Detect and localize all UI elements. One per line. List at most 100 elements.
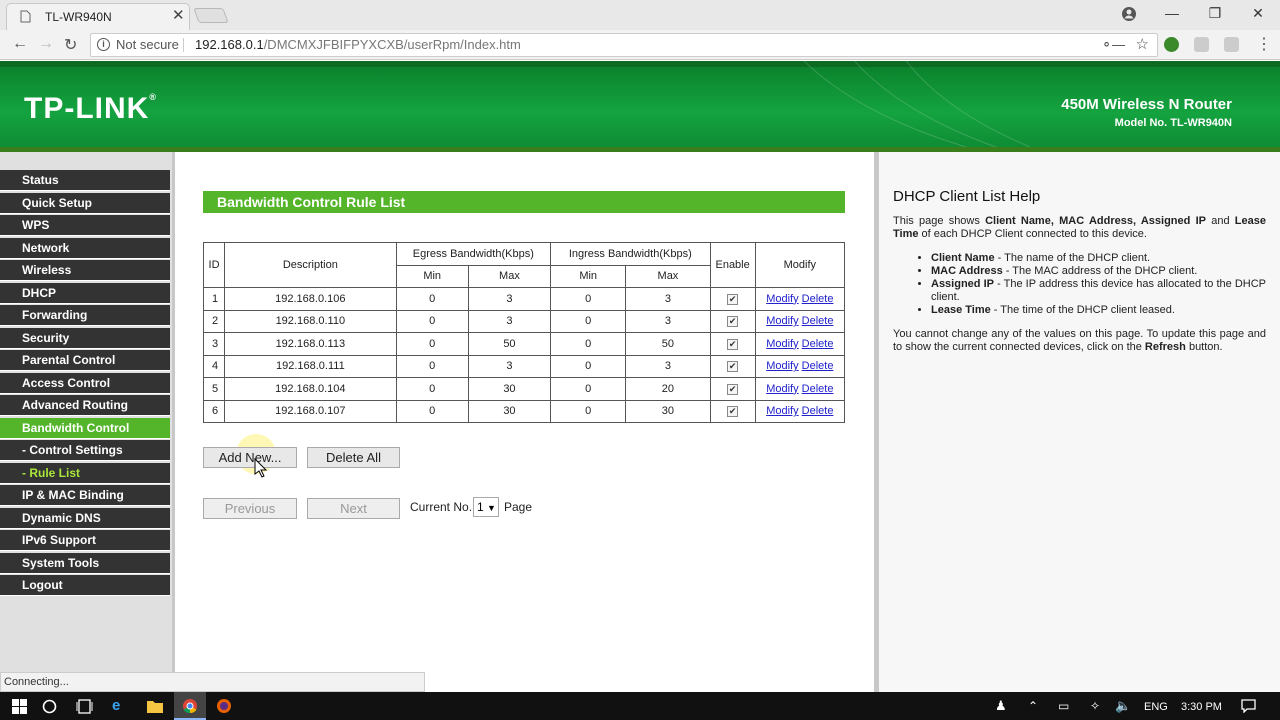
key-icon[interactable]: ⚬— <box>1101 34 1125 56</box>
close-window-icon[interactable]: ✕ <box>1248 5 1268 22</box>
wifi-icon[interactable]: ✧ <box>1090 697 1100 715</box>
reload-icon[interactable]: ↻ <box>64 35 77 55</box>
modify-link[interactable]: Modify <box>766 405 798 417</box>
profile-icon[interactable] <box>1121 6 1137 22</box>
cell-modify: Modify Delete <box>754 354 846 378</box>
bookmark-star-icon[interactable]: ☆ <box>1136 34 1149 56</box>
delete-link[interactable]: Delete <box>802 383 834 395</box>
delete-link[interactable]: Delete <box>802 315 834 327</box>
menu-icon[interactable]: ⋮ <box>1256 34 1272 54</box>
sidebar-item-wps[interactable]: WPS <box>0 215 170 236</box>
delete-all-button[interactable]: Delete All <box>307 447 400 468</box>
list-item: Client Name - The name of the DHCP clien… <box>931 252 1266 265</box>
cell-description: 192.168.0.106 <box>224 287 397 311</box>
sidebar-item-forwarding[interactable]: Forwarding <box>0 305 170 326</box>
windows-start-icon[interactable] <box>12 699 27 714</box>
firefox-icon[interactable] <box>216 698 232 714</box>
cell-enable: ✔ <box>709 377 756 401</box>
sidebar-item-ip-mac-binding[interactable]: IP & MAC Binding <box>0 485 170 506</box>
col-header-ingress-max: Max <box>625 264 711 288</box>
browser-tab[interactable]: TL-WR940N ✕ <box>6 3 190 30</box>
cell-ingress-max: 30 <box>625 399 711 423</box>
minimize-icon[interactable]: — <box>1162 5 1182 21</box>
extension-icon[interactable] <box>1164 37 1179 52</box>
new-tab-button[interactable] <box>193 8 229 23</box>
extension-icon[interactable] <box>1224 37 1239 52</box>
info-icon[interactable]: i <box>97 38 110 51</box>
modify-link[interactable]: Modify <box>766 383 798 395</box>
cell-enable: ✔ <box>709 354 756 378</box>
close-tab-icon[interactable]: ✕ <box>172 4 185 28</box>
modify-link[interactable]: Modify <box>766 315 798 327</box>
modify-link[interactable]: Modify <box>766 360 798 372</box>
volume-icon[interactable]: 🔈 <box>1115 697 1131 715</box>
page-select-value: 1 <box>477 500 484 514</box>
cell-ingress-min: 0 <box>550 377 627 401</box>
restore-icon[interactable]: ❐ <box>1205 5 1225 22</box>
enable-checkbox[interactable]: ✔ <box>727 293 739 305</box>
help-title: DHCP Client List Help <box>893 188 1041 205</box>
cell-description: 192.168.0.113 <box>224 332 397 356</box>
cell-egress-min: 0 <box>395 354 469 378</box>
task-view-icon[interactable] <box>76 699 93 714</box>
notifications-icon[interactable] <box>1241 699 1256 713</box>
back-icon[interactable]: ← <box>12 35 28 53</box>
cell-id: 2 <box>202 309 226 333</box>
enable-checkbox[interactable]: ✔ <box>727 406 739 418</box>
cell-description: 192.168.0.110 <box>224 309 397 333</box>
sidebar-item-wireless[interactable]: Wireless <box>0 260 170 281</box>
cell-egress-max: 3 <box>467 287 552 311</box>
chevron-up-icon[interactable]: ⌃ <box>1028 697 1038 715</box>
sidebar-item-system-tools[interactable]: System Tools <box>0 552 170 574</box>
next-button[interactable]: Next <box>307 498 400 519</box>
cell-id: 1 <box>202 287 226 311</box>
sidebar-item-logout[interactable]: Logout <box>0 575 170 596</box>
enable-checkbox[interactable]: ✔ <box>727 383 739 395</box>
cell-ingress-max: 3 <box>625 354 711 378</box>
main-content: Bandwidth Control Rule List ID Descripti… <box>176 152 874 692</box>
extension-icon[interactable] <box>1194 37 1209 52</box>
edge-icon[interactable]: e <box>112 697 120 715</box>
sidebar-item-network[interactable]: Network <box>0 237 170 259</box>
delete-link[interactable]: Delete <box>802 360 834 372</box>
list-item: MAC Address - The MAC address of the DHC… <box>931 265 1266 278</box>
help-outro: You cannot change any of the values on t… <box>893 328 1266 353</box>
add-new-button[interactable]: Add New... <box>203 447 297 468</box>
modify-link[interactable]: Modify <box>766 293 798 305</box>
previous-button[interactable]: Previous <box>203 498 297 519</box>
people-icon[interactable]: ♟ <box>995 697 1007 715</box>
battery-icon[interactable]: ▭ <box>1058 697 1069 715</box>
search-icon[interactable] <box>42 699 57 714</box>
address-bar[interactable]: i Not secure 192.168.0.1/DMCMXJFBIFPYXCX… <box>90 33 1158 57</box>
sidebar-item-dhcp[interactable]: DHCP <box>0 282 170 304</box>
cell-egress-max: 50 <box>467 332 552 356</box>
cell-ingress-max: 20 <box>625 377 711 401</box>
sidebar-item-security[interactable]: Security <box>0 327 170 349</box>
sidebar-item-ipv6-support[interactable]: IPv6 Support <box>0 530 170 551</box>
sidebar-item-access-control[interactable]: Access Control <box>0 372 170 394</box>
sidebar-item-rule-list[interactable]: - Rule List <box>0 462 170 484</box>
forward-icon[interactable]: → <box>38 35 54 53</box>
table-row: 3 192.168.0.113 0 50 0 50 ✔ Modify Delet… <box>202 332 846 356</box>
file-explorer-icon[interactable] <box>147 699 163 713</box>
sidebar-item-dynamic-dns[interactable]: Dynamic DNS <box>0 507 170 529</box>
delete-link[interactable]: Delete <box>802 293 834 305</box>
chrome-taskbar-item[interactable] <box>174 692 206 720</box>
enable-checkbox[interactable]: ✔ <box>727 316 739 328</box>
sidebar-item-quick-setup[interactable]: Quick Setup <box>0 192 170 214</box>
sidebar-item-advanced-routing[interactable]: Advanced Routing <box>0 395 170 416</box>
clock[interactable]: 3:30 PM <box>1181 698 1222 716</box>
sidebar-item-bandwidth-control[interactable]: Bandwidth Control <box>0 417 170 439</box>
sidebar-item-control-settings[interactable]: - Control Settings <box>0 440 170 461</box>
cell-id: 4 <box>202 354 226 378</box>
cell-id: 6 <box>202 399 226 423</box>
sidebar-item-parental-control[interactable]: Parental Control <box>0 350 170 371</box>
delete-link[interactable]: Delete <box>802 338 834 350</box>
page-select[interactable]: 1 ▼ <box>473 497 499 517</box>
sidebar-item-status[interactable]: Status <box>0 170 170 191</box>
enable-checkbox[interactable]: ✔ <box>727 338 739 350</box>
modify-link[interactable]: Modify <box>766 338 798 350</box>
enable-checkbox[interactable]: ✔ <box>727 361 739 373</box>
delete-link[interactable]: Delete <box>802 405 834 417</box>
language-indicator[interactable]: ENG <box>1144 698 1168 716</box>
